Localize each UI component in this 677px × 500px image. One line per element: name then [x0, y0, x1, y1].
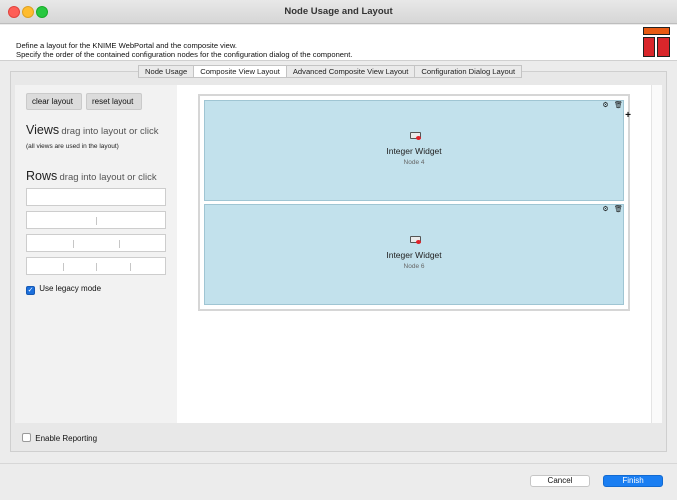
legacy-mode-checkbox[interactable]: ✓	[26, 286, 35, 295]
vertical-scrollbar[interactable]	[651, 85, 662, 423]
row-template-4-columns[interactable]	[26, 257, 166, 275]
layout-cell[interactable]: ⚙ 🗑 Integer Widget Node 4 +	[204, 100, 631, 201]
dialog-header: Define a layout for the KNIME WebPortal …	[0, 25, 677, 61]
window-title: Node Usage and Layout	[284, 6, 393, 17]
tab-composite-view-layout[interactable]: Composite View Layout	[193, 65, 287, 78]
layout-canvas: ⚙ 🗑 Integer Widget Node 4 + ⚙ 🗑 Integer …	[198, 94, 631, 311]
layout-editor: clear layout reset layout Views drag int…	[15, 85, 662, 423]
rows-heading: Rows drag into layout or click	[26, 169, 157, 183]
node-subtitle: Node 4	[403, 159, 425, 166]
reset-layout-button[interactable]: reset layout	[86, 93, 142, 110]
finish-button[interactable]: Finish	[603, 475, 663, 487]
views-heading: Views drag into layout or click	[26, 123, 159, 137]
tab-configuration-dialog-layout[interactable]: Configuration Dialog Layout	[414, 65, 523, 78]
rows-title: Rows	[26, 169, 58, 183]
legacy-mode-label: Use legacy mode	[39, 284, 102, 293]
enable-reporting-option[interactable]: Enable Reporting	[22, 433, 97, 443]
footer-divider	[0, 463, 677, 464]
widget-node-icon	[410, 236, 422, 244]
header-description-line1: Define a layout for the KNIME WebPortal …	[16, 41, 238, 50]
row-template-3-columns[interactable]	[26, 234, 166, 252]
cancel-button[interactable]: Cancel	[530, 475, 590, 487]
row-template-1-column[interactable]	[26, 188, 166, 206]
node-title: Integer Widget	[386, 146, 442, 156]
views-hint: drag into layout or click	[61, 126, 159, 137]
views-title: Views	[26, 123, 60, 137]
rows-hint: drag into layout or click	[59, 172, 157, 183]
enable-reporting-checkbox[interactable]	[22, 433, 31, 442]
clear-layout-button[interactable]: clear layout	[26, 93, 82, 110]
widget-node-icon	[410, 132, 422, 140]
tab-advanced-composite-view-layout[interactable]: Advanced Composite View Layout	[285, 65, 416, 78]
node-subtitle: Node 6	[403, 263, 425, 270]
node-title: Integer Widget	[386, 250, 442, 260]
tab-node-usage[interactable]: Node Usage	[138, 65, 195, 78]
enable-reporting-label: Enable Reporting	[35, 434, 98, 443]
title-bar: Node Usage and Layout	[0, 0, 677, 24]
row-template-2-columns[interactable]	[26, 211, 166, 229]
trash-icon[interactable]: 🗑	[614, 101, 623, 110]
views-note: (all views are used in the layout)	[26, 143, 119, 150]
header-description-line2: Specify the order of the contained confi…	[16, 50, 353, 59]
add-column-icon[interactable]: +	[623, 111, 633, 121]
trash-icon[interactable]: 🗑	[614, 205, 623, 214]
layout-cell[interactable]: ⚙ 🗑 Integer Widget Node 6	[204, 204, 624, 305]
tab-bar: Node Usage Composite View Layout Advance…	[138, 65, 523, 78]
gear-icon[interactable]: ⚙	[601, 101, 610, 110]
gear-icon[interactable]: ⚙	[601, 205, 610, 214]
layout-sidebar: clear layout reset layout Views drag int…	[15, 85, 177, 423]
legacy-mode-option[interactable]: ✓ Use legacy mode	[26, 284, 101, 295]
knime-logo-icon	[643, 27, 670, 57]
